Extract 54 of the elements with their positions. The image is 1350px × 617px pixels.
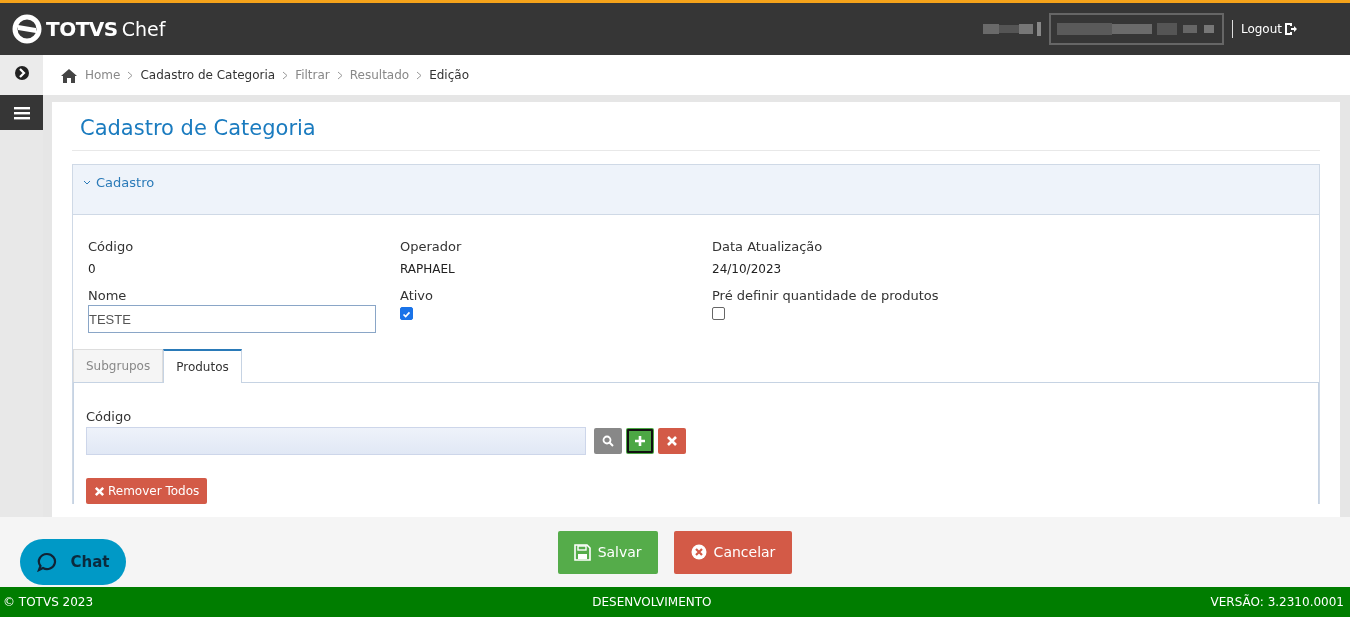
breadcrumb-link[interactable]: Home <box>85 68 121 82</box>
search-icon <box>602 435 614 447</box>
remove-all-button[interactable]: Remover Todos <box>86 478 208 504</box>
section-header[interactable]: Cadastro <box>73 165 1319 215</box>
field-label: Pré definir quantidade de produtos <box>712 288 940 303</box>
chevron-icon <box>127 70 134 80</box>
environment-label: DESENVOLVIMENTO <box>592 595 712 609</box>
logo-product: Chef <box>121 18 166 40</box>
field-label: Código <box>86 409 132 424</box>
logo-icon <box>12 14 42 44</box>
save-icon <box>573 543 591 561</box>
home-icon[interactable] <box>60 67 78 83</box>
field-value: 24/10/2023 <box>712 262 783 276</box>
menu-icon <box>13 105 30 120</box>
field-label: Ativo <box>400 288 435 303</box>
cancel-icon <box>690 544 707 560</box>
field-label: Código <box>88 239 135 254</box>
chevron-icon <box>282 70 289 80</box>
checkbox[interactable] <box>400 307 413 320</box>
page-title: Cadastro de Categoria <box>72 102 1320 151</box>
menu-button[interactable] <box>0 95 43 130</box>
chevron-icon <box>336 70 343 80</box>
breadcrumb-link[interactable]: Resultado <box>349 68 410 82</box>
save-button[interactable]: Salvar <box>557 530 658 574</box>
code-input[interactable] <box>86 427 586 455</box>
expand-icon[interactable] <box>13 65 30 81</box>
chat-button[interactable]: Chat <box>20 539 126 585</box>
logout-icon <box>1284 22 1298 36</box>
speech-bubble-icon <box>36 552 57 572</box>
logo-brand: TOTVS <box>46 17 118 41</box>
name-input[interactable]: TESTE <box>88 305 376 333</box>
field-label: Data Atualização <box>712 239 824 254</box>
field-value: 0 <box>88 262 97 276</box>
chevron-icon <box>416 70 423 80</box>
plus-icon <box>634 435 646 447</box>
chevron-icon <box>83 180 91 186</box>
logout-link[interactable]: Logout <box>1240 22 1298 36</box>
tab[interactable]: Produtos <box>163 349 242 383</box>
redacted-username <box>982 22 1041 36</box>
breadcrumb-link[interactable]: Edição <box>429 68 469 82</box>
copyright: © TOTVS 2023 <box>3 595 94 609</box>
add-button[interactable] <box>626 428 654 454</box>
breadcrumb-link[interactable]: Cadastro de Categoria <box>140 68 276 82</box>
breadcrumb-link[interactable]: Filtrar <box>295 68 330 82</box>
version-label: VERSÃO: 3.2310.0001 <box>1210 595 1344 609</box>
field-value: RAPHAEL <box>400 262 456 276</box>
close-icon <box>666 435 678 447</box>
tab[interactable]: Subgrupos <box>73 349 164 382</box>
field-label: Nome <box>88 288 128 303</box>
field-label: Operador <box>400 239 463 254</box>
checkbox[interactable] <box>712 307 725 320</box>
close-icon <box>94 485 105 497</box>
clear-button[interactable] <box>658 428 686 454</box>
cancel-button[interactable]: Cancelar <box>673 530 793 574</box>
